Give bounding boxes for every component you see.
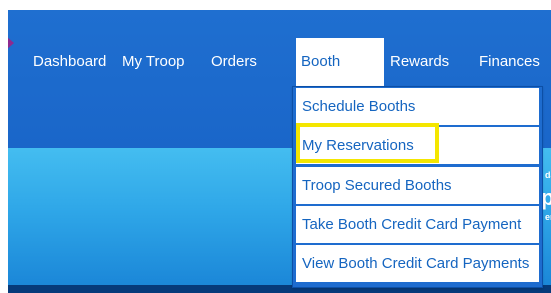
hero-text-fragment: ent xyxy=(545,212,551,222)
nav-booth[interactable]: Booth xyxy=(301,53,340,70)
hero-text-fragment: dat xyxy=(545,170,551,180)
corner-marker-icon xyxy=(8,36,14,50)
nav-finances[interactable]: Finances xyxy=(479,53,540,70)
nav-orders[interactable]: Orders xyxy=(211,53,257,70)
menu-item-view-booth-credit-card-payments[interactable]: View Booth Credit Card Payments xyxy=(296,245,539,282)
menu-item-troop-secured-booths[interactable]: Troop Secured Booths xyxy=(296,167,539,204)
booth-dropdown-menu: Schedule Booths My Reservations Troop Se… xyxy=(292,86,543,288)
nav-my-troop[interactable]: My Troop xyxy=(122,53,185,70)
nav-rewards[interactable]: Rewards xyxy=(390,53,449,70)
menu-item-my-reservations[interactable]: My Reservations xyxy=(296,127,539,164)
app-frame: Dashboard My Troop Orders Booth Rewards … xyxy=(8,10,551,293)
nav-dashboard[interactable]: Dashboard xyxy=(33,53,106,70)
menu-item-take-booth-credit-card-payment[interactable]: Take Booth Credit Card Payment xyxy=(296,206,539,243)
menu-item-schedule-booths[interactable]: Schedule Booths xyxy=(296,88,539,125)
